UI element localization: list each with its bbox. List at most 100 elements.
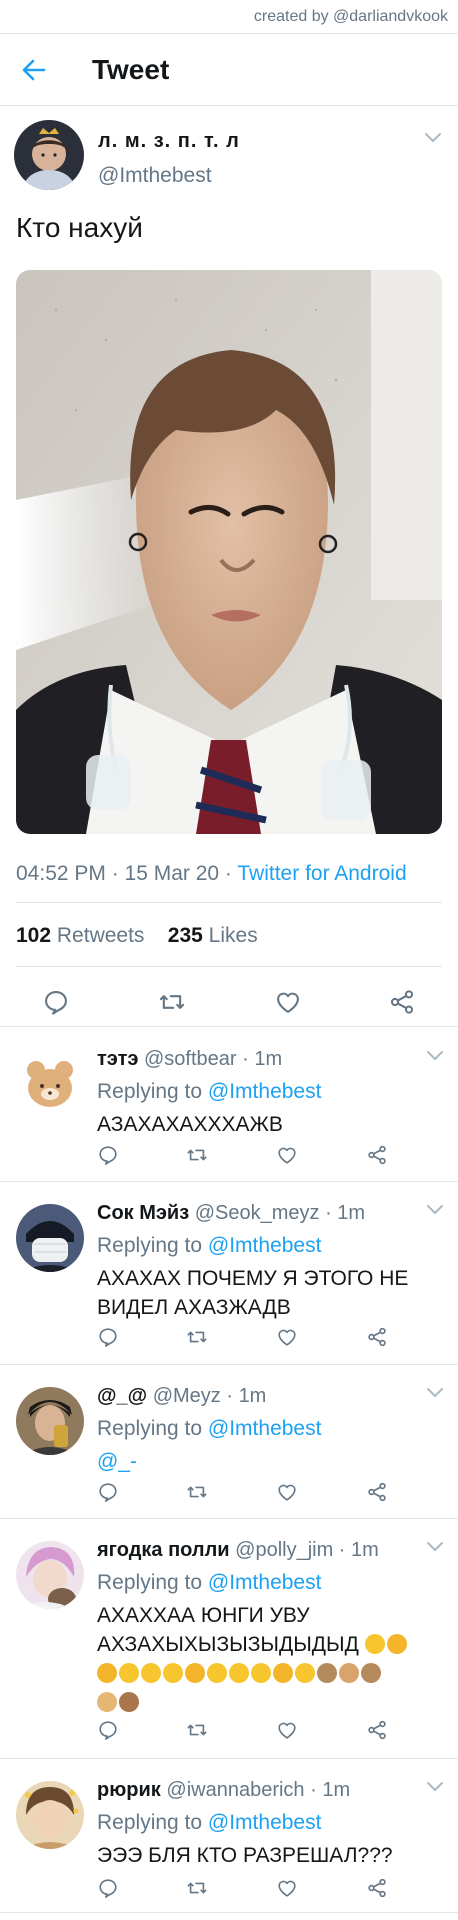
reply-tweet[interactable]: @_@ @Meyz · 1m Replying to @Imthebest @_…	[0, 1365, 458, 1519]
share-icon[interactable]	[388, 988, 416, 1016]
divider	[16, 966, 442, 967]
tweet-source-link[interactable]: Twitter for Android	[237, 862, 406, 885]
chevron-down-icon[interactable]	[426, 1050, 444, 1062]
divider	[0, 1026, 458, 1027]
reply-tweet[interactable]: тэтэ @softbear · 1m Replying to @Imthebe…	[0, 1028, 458, 1182]
comment-icon[interactable]	[97, 1719, 119, 1741]
heart-icon[interactable]	[276, 1326, 298, 1348]
heart-icon[interactable]	[276, 1481, 298, 1503]
avatar[interactable]	[16, 1050, 84, 1118]
replying-to: Replying to @Imthebest	[97, 1811, 321, 1835]
arrow-left-icon[interactable]	[20, 56, 48, 84]
likes-label[interactable]: Likes	[209, 924, 258, 947]
laughing-emoji-icon	[364, 1634, 385, 1654]
comment-icon[interactable]	[97, 1326, 119, 1348]
reply-author-name[interactable]: рюрик	[97, 1779, 161, 1801]
rofl-emoji-icon	[273, 1663, 293, 1683]
reply-tweet[interactable]: рюрик @iwannaberich · 1m Replying to @Im…	[0, 1759, 458, 1913]
reply-author-name[interactable]: @_@	[97, 1385, 147, 1407]
comment-icon[interactable]	[42, 988, 70, 1016]
avatar[interactable]	[16, 1541, 84, 1609]
comment-icon[interactable]	[97, 1481, 119, 1503]
chevron-down-icon[interactable]	[426, 1781, 444, 1793]
replying-to: Replying to @Imthebest	[97, 1571, 321, 1595]
avatar[interactable]	[16, 1387, 84, 1455]
comment-icon[interactable]	[97, 1877, 119, 1899]
heart-icon[interactable]	[276, 1144, 298, 1166]
mention-link[interactable]: @Imthebest	[208, 1811, 322, 1834]
mention-link[interactable]: @Imthebest	[208, 1571, 322, 1594]
reply-header: тэтэ @softbear · 1m	[97, 1048, 282, 1071]
retweets-label[interactable]: Retweets	[57, 924, 145, 947]
reply-meta: @iwannaberich · 1m	[166, 1779, 351, 1801]
reply-meta: @softbear · 1m	[143, 1048, 283, 1070]
chevron-down-icon[interactable]	[426, 1387, 444, 1399]
top-bar: Tweet	[0, 34, 458, 106]
emoji-row	[97, 1662, 383, 1685]
reply-text: АЗАХАХАХХХАЖВ	[97, 1113, 283, 1136]
heart-icon[interactable]	[276, 1719, 298, 1741]
cat-emoji-icon	[97, 1692, 117, 1712]
reply-actions	[0, 1144, 458, 1174]
mention-link[interactable]: @Imthebest	[208, 1234, 322, 1257]
rofl-emoji-icon	[185, 1663, 205, 1683]
comment-icon[interactable]	[97, 1144, 119, 1166]
chipmunk-emoji-icon	[317, 1663, 337, 1683]
chevron-down-icon[interactable]	[426, 1541, 444, 1553]
mention-link[interactable]: @Imthebest	[208, 1080, 322, 1103]
rofl-emoji-icon	[386, 1634, 407, 1654]
reply-author-name[interactable]: Сок Мэйз	[97, 1202, 189, 1224]
reply-header: ягодка полли @polly_jim · 1m	[97, 1539, 379, 1562]
dog-emoji-icon	[339, 1663, 359, 1683]
laughing-emoji-icon	[163, 1663, 183, 1683]
retweet-icon[interactable]	[186, 1719, 208, 1741]
reply-tweet[interactable]: ягодка полли @polly_jim · 1m Replying to…	[0, 1519, 458, 1759]
author-name[interactable]: л. м. з. п. т. л	[98, 130, 240, 153]
share-icon[interactable]	[366, 1877, 388, 1899]
avatar[interactable]	[14, 120, 84, 190]
retweet-icon[interactable]	[186, 1877, 208, 1899]
avatar[interactable]	[16, 1204, 84, 1272]
chevron-down-icon[interactable]	[426, 1204, 444, 1216]
reply-header: @_@ @Meyz · 1m	[97, 1385, 266, 1408]
tweet-text: Кто нахуй	[16, 212, 143, 243]
chipmunk-emoji-icon	[361, 1663, 381, 1683]
reply-author-name[interactable]: тэтэ	[97, 1048, 138, 1070]
tweet-timestamp: 04:52 PM · 15 Mar 20 ·	[16, 862, 238, 885]
replying-to: Replying to @Imthebest	[97, 1080, 321, 1104]
retweet-icon[interactable]	[186, 1481, 208, 1503]
heart-icon[interactable]	[274, 988, 302, 1016]
mention-link[interactable]: @Imthebest	[208, 1417, 322, 1440]
retweets-count[interactable]: 102	[16, 924, 51, 947]
reply-tweet[interactable]: Сок Мэйз @Seok_meyz · 1m Replying to @Im…	[0, 1182, 458, 1365]
heart-icon[interactable]	[276, 1877, 298, 1899]
share-icon[interactable]	[366, 1326, 388, 1348]
replying-to-label: Replying to	[97, 1080, 208, 1103]
reply-header: Сок Мэйз @Seok_meyz · 1m	[97, 1202, 365, 1225]
page-title: Tweet	[92, 54, 170, 85]
reply-actions	[0, 1326, 458, 1356]
mention-link[interactable]: @_-	[97, 1450, 137, 1473]
replying-to-label: Replying to	[97, 1811, 208, 1834]
avatar[interactable]	[16, 1781, 84, 1849]
tweet-photo[interactable]	[16, 270, 442, 834]
share-icon[interactable]	[366, 1719, 388, 1741]
share-icon[interactable]	[366, 1144, 388, 1166]
reply-text: ЭЭЭ БЛЯ КТО РАЗРЕШАЛ???	[97, 1844, 393, 1867]
share-icon[interactable]	[366, 1481, 388, 1503]
grin-emoji-icon	[251, 1663, 271, 1683]
retweet-icon[interactable]	[186, 1326, 208, 1348]
retweet-icon[interactable]	[158, 988, 186, 1016]
reply-header: рюрик @iwannaberich · 1m	[97, 1779, 350, 1802]
rofl-emoji-icon	[97, 1663, 117, 1683]
creator-credit: created by @darliandvkook	[0, 0, 458, 34]
reply-text: @_-	[97, 1447, 437, 1476]
replying-to: Replying to @Imthebest	[97, 1417, 321, 1441]
author-handle[interactable]: @Imthebest	[98, 164, 212, 188]
retweet-icon[interactable]	[186, 1144, 208, 1166]
reply-author-name[interactable]: ягодка полли	[97, 1539, 230, 1561]
likes-count[interactable]: 235	[168, 924, 203, 947]
grin-emoji-icon	[207, 1663, 227, 1683]
chevron-down-icon[interactable]	[424, 132, 442, 144]
monkey-emoji-icon	[119, 1692, 139, 1712]
